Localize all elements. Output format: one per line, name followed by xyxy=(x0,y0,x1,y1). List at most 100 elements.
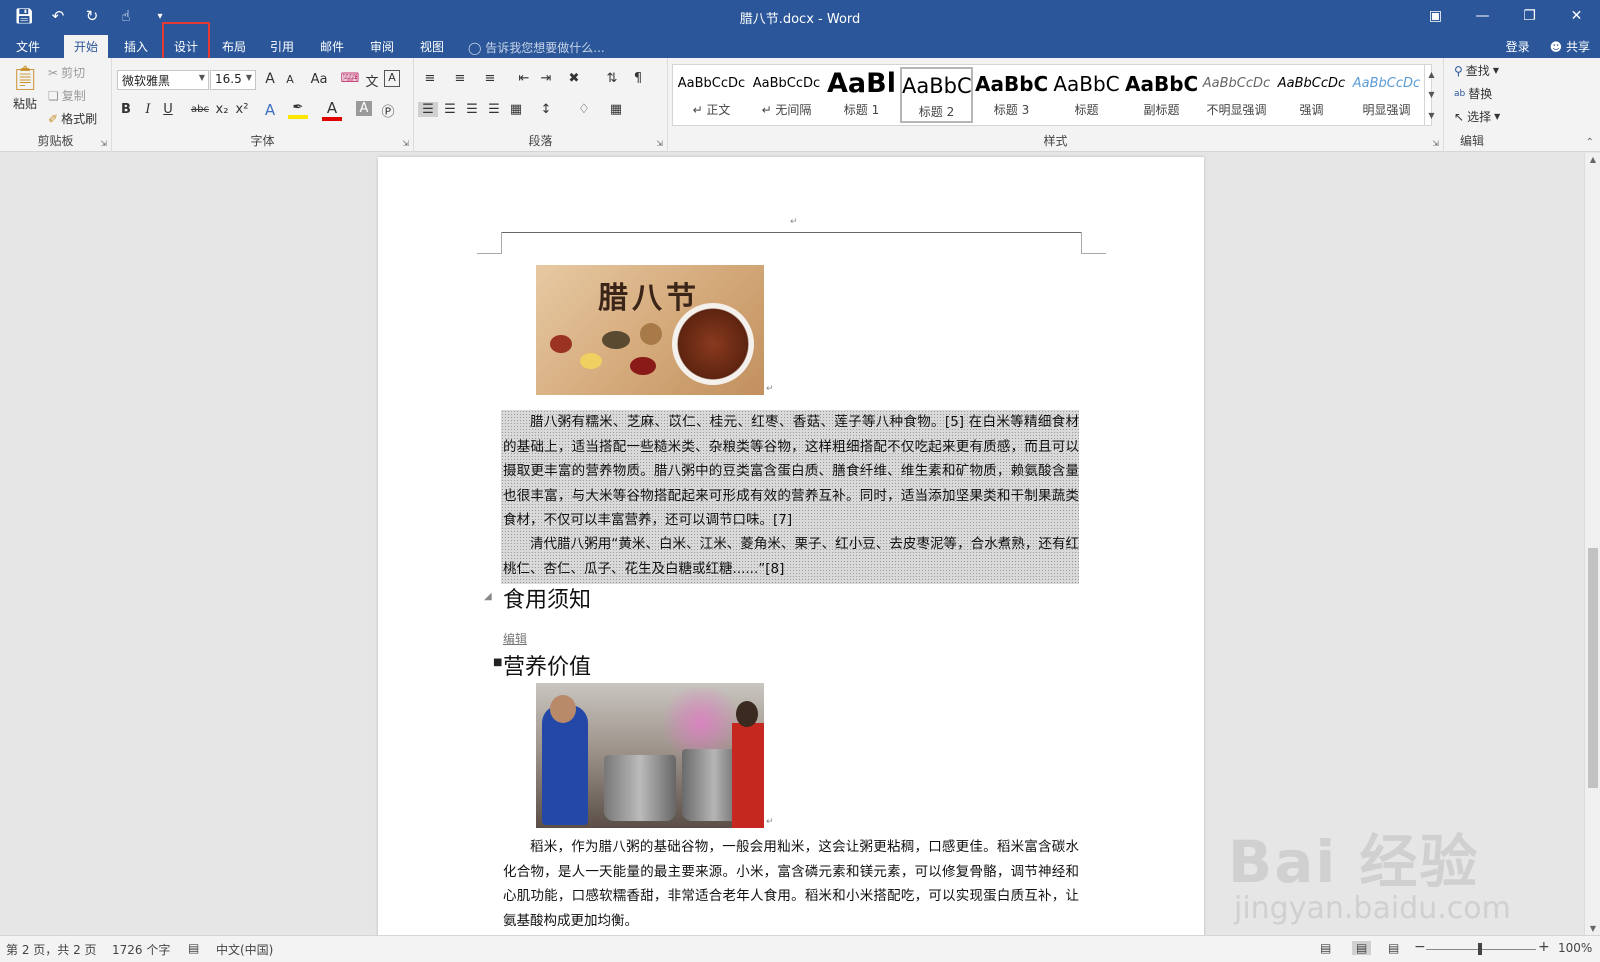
change-case-button[interactable]: Aa xyxy=(304,72,334,87)
bullets-icon[interactable]: ≡ xyxy=(420,71,440,86)
cooking-porridge-image[interactable] xyxy=(536,683,764,828)
show-marks-icon[interactable]: ¶ xyxy=(628,71,648,86)
style-subtle-emphasis[interactable]: AaBbCcDc 不明显强调 xyxy=(1200,67,1273,123)
dialog-launcher-icon[interactable]: ⇲ xyxy=(402,139,409,148)
style-subtitle[interactable]: AaBbC 副标题 xyxy=(1125,67,1198,123)
clear-formatting-icon[interactable]: ⌨ xyxy=(340,71,360,86)
laba-festival-image[interactable]: 腊八节 xyxy=(536,265,764,395)
paragraph-qing-dynasty[interactable]: 清代腊八粥用“黄米、白米、江米、菱角米、栗子、红小豆、去皮枣泥等，合水煮熟，还有… xyxy=(503,532,1079,581)
style-heading-2[interactable]: AaBbC 标题 2 xyxy=(900,67,973,123)
distributed-icon[interactable]: ▦ xyxy=(506,102,526,117)
scroll-down-icon[interactable]: ▼ xyxy=(1585,924,1600,933)
close-icon[interactable]: ✕ xyxy=(1553,0,1600,32)
strikethrough-button[interactable]: abc xyxy=(188,104,212,115)
tab-home[interactable]: 开始 xyxy=(64,35,109,58)
heading-usage-notes[interactable]: 食用须知 xyxy=(503,582,591,614)
chevron-up-icon[interactable]: ▲ xyxy=(1428,70,1434,79)
tab-review[interactable]: 审阅 xyxy=(360,35,404,58)
copy-button[interactable]: ❏ 复制 xyxy=(48,87,86,104)
superscript-button[interactable]: x² xyxy=(232,102,252,117)
restore-icon[interactable]: ❐ xyxy=(1506,0,1553,32)
paste-button[interactable]: 📋︎ 粘贴 xyxy=(8,64,42,112)
heading-nutrition-value[interactable]: 营养价值 xyxy=(503,649,591,681)
more-icon[interactable]: ▼ xyxy=(1428,111,1434,120)
share-button[interactable]: ☻ 共享 xyxy=(1550,38,1590,55)
style-no-spacing[interactable]: AaBbCcDc ↵ 无间隔 xyxy=(750,67,823,123)
format-painter-button[interactable]: ✐ 格式刷 xyxy=(48,110,97,127)
language-indicator[interactable]: 中文(中国) xyxy=(216,941,273,958)
minimize-icon[interactable]: — xyxy=(1459,0,1506,32)
zoom-out-button[interactable]: − xyxy=(1414,939,1426,955)
cut-button[interactable]: ✂ 剪切 xyxy=(48,64,85,81)
tab-layout[interactable]: 布局 xyxy=(212,35,256,58)
style-normal[interactable]: AaBbCcDc ↵ 正文 xyxy=(675,67,748,123)
shading-icon[interactable]: ♢ xyxy=(574,102,594,117)
multilevel-list-icon[interactable]: ≡ xyxy=(480,71,500,86)
shrink-font-icon[interactable]: A xyxy=(280,73,300,86)
chevron-down-icon[interactable]: ▼ xyxy=(1428,90,1434,99)
edit-link[interactable]: 编辑 xyxy=(503,630,527,647)
tab-references[interactable]: 引用 xyxy=(260,35,304,58)
decrease-indent-icon[interactable]: ⇤ xyxy=(514,71,534,86)
page-count[interactable]: 第 2 页，共 2 页 xyxy=(6,941,97,958)
phonetic-guide-icon[interactable]: 文 xyxy=(362,71,382,90)
font-color-icon[interactable]: A xyxy=(322,99,342,121)
zoom-level[interactable]: 100% xyxy=(1558,941,1592,955)
line-spacing-icon[interactable]: ↕ xyxy=(536,102,556,117)
character-shading-icon[interactable]: A xyxy=(356,101,372,116)
tab-mailings[interactable]: 邮件 xyxy=(310,35,354,58)
tab-view[interactable]: 视图 xyxy=(410,35,454,58)
font-size-combo[interactable]: 16.5 ▼ xyxy=(210,70,256,90)
tab-design[interactable]: 设计 xyxy=(161,22,211,60)
paragraph-ingredients[interactable]: 腊八粥有糯米、芝麻、苡仁、桂元、红枣、香菇、莲子等八种食物。[5] 在白米等精细… xyxy=(503,410,1079,533)
style-heading-1[interactable]: AaBl 标题 1 xyxy=(825,67,898,123)
dialog-launcher-icon[interactable]: ⇲ xyxy=(1432,139,1439,148)
zoom-in-button[interactable]: + xyxy=(1538,939,1550,955)
justify-icon[interactable]: ☰ xyxy=(484,102,504,117)
text-effects-icon[interactable]: A xyxy=(260,101,280,119)
dialog-launcher-icon[interactable]: ⇲ xyxy=(656,139,663,148)
tell-me-box[interactable]: ◯ 告诉我您想要做什么... xyxy=(468,39,605,56)
italic-button[interactable]: I xyxy=(138,102,158,117)
enclose-characters-icon[interactable]: Ⓟ xyxy=(378,101,398,120)
zoom-slider-thumb[interactable] xyxy=(1478,943,1482,955)
style-emphasis[interactable]: AaBbCcDc 强调 xyxy=(1275,67,1348,123)
scroll-up-icon[interactable]: ▲ xyxy=(1585,155,1600,164)
borders-icon[interactable]: ▦ xyxy=(606,102,626,117)
bold-button[interactable]: B xyxy=(116,102,136,117)
proofing-icon[interactable]: ▤ xyxy=(188,941,199,955)
underline-button[interactable]: U xyxy=(158,102,178,117)
scrollbar-thumb[interactable] xyxy=(1588,548,1598,788)
chinese-layout-icon[interactable]: ✖ xyxy=(564,71,584,86)
paragraph-rice-millet[interactable]: 稻米，作为腊八粥的基础谷物，一般会用籼米，这会让粥更粘稠，口感更佳。稻米富含碳水… xyxy=(503,835,1079,933)
ribbon-display-options-icon[interactable]: ▣ xyxy=(1412,0,1459,32)
style-heading-3[interactable]: AaBbC 标题 3 xyxy=(975,67,1048,123)
document-page[interactable]: ↵ 腊八节 ↵ 腊八粥有糯米、芝麻、苡仁、桂元、红枣、香菇、莲子等八种食物。[5… xyxy=(378,157,1204,935)
gallery-scroll[interactable]: ▲ ▼ ▼ xyxy=(1424,64,1438,126)
vertical-scrollbar[interactable]: ▲ ▼ xyxy=(1584,153,1600,935)
dialog-launcher-icon[interactable]: ⇲ xyxy=(100,139,107,148)
increase-indent-icon[interactable]: ⇥ xyxy=(536,71,556,86)
grow-font-icon[interactable]: A xyxy=(260,71,280,87)
align-center-icon[interactable]: ☰ xyxy=(440,102,460,117)
style-intense-emphasis[interactable]: AaBbCcDc 明显强调 xyxy=(1350,67,1423,123)
web-layout-icon[interactable]: ▤ xyxy=(1388,941,1399,955)
align-right-icon[interactable]: ☰ xyxy=(462,102,482,117)
select-button[interactable]: ↖ 选择 ▼ xyxy=(1454,108,1500,125)
align-left-icon[interactable]: ☰ xyxy=(418,102,438,117)
login-link[interactable]: 登录 xyxy=(1506,38,1530,55)
subscript-button[interactable]: x₂ xyxy=(212,102,232,117)
word-count[interactable]: 1726 个字 xyxy=(112,941,170,958)
numbering-icon[interactable]: ≡ xyxy=(450,71,470,86)
replace-button[interactable]: ab 替换 xyxy=(1454,85,1492,102)
tab-file[interactable]: 文件 xyxy=(6,35,50,58)
character-border-icon[interactable]: A xyxy=(384,70,400,87)
read-mode-icon[interactable]: ▤ xyxy=(1320,941,1331,955)
collapse-heading-icon[interactable]: ◢ xyxy=(484,591,492,602)
find-button[interactable]: ⚲ 查找 ▼ xyxy=(1454,62,1499,79)
font-name-combo[interactable]: 微软雅黑 ▼ xyxy=(117,70,209,90)
collapse-ribbon-icon[interactable]: ⌃ xyxy=(1586,137,1594,148)
tab-insert[interactable]: 插入 xyxy=(114,35,158,58)
highlight-color-icon[interactable]: ✒ xyxy=(288,100,308,119)
style-title[interactable]: AaBbC 标题 xyxy=(1050,67,1123,123)
